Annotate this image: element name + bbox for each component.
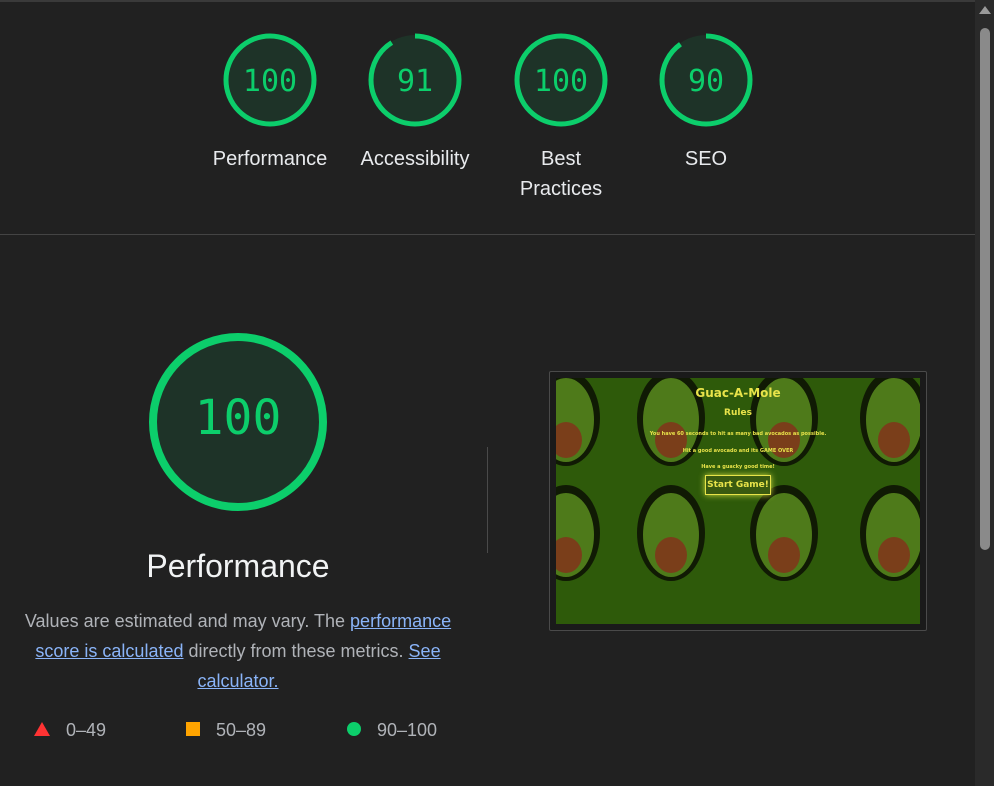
scroll-up-icon[interactable] xyxy=(979,6,991,14)
desc-text: Values are estimated and may vary. The xyxy=(24,611,351,631)
gauge-label: SEO xyxy=(684,148,728,170)
game-title: Guac-A-Mole xyxy=(695,386,781,400)
gauge-accessibility[interactable]: 91 Accessibility xyxy=(355,30,475,174)
main-score: 100 xyxy=(195,390,282,446)
gauge-ring: 100 xyxy=(514,33,608,127)
category-description: Values are estimated and may vary. The p… xyxy=(20,606,456,696)
final-screenshot[interactable]: Guac-A-Mole Rules You have 60 seconds to… xyxy=(549,371,927,631)
desc-text-2: directly from these metrics. xyxy=(183,641,409,661)
legend-fail: 0–49 xyxy=(34,720,106,741)
legend-pass: 90–100 xyxy=(347,720,437,741)
gauge-label: Accessibility xyxy=(360,148,470,170)
screenshot-image: Guac-A-Mole Rules You have 60 seconds to… xyxy=(556,378,920,624)
gauge-ring: 91 xyxy=(368,33,462,127)
legend-range: 0–49 xyxy=(66,720,107,740)
section-divider xyxy=(0,234,975,235)
start-game-button: Start Game! xyxy=(705,475,771,495)
legend-average: 50–89 xyxy=(186,720,266,741)
gauge-performance[interactable]: 100 Performance xyxy=(210,30,330,174)
square-icon xyxy=(186,720,200,741)
legend-range: 90–100 xyxy=(377,720,438,740)
game-subtitle: Rules xyxy=(724,408,752,418)
gauge-best-practices[interactable]: 100 Best Practices xyxy=(501,30,621,204)
game-rule-1: You have 60 seconds to hit as many bad a… xyxy=(649,431,827,437)
main-gauge: 100 xyxy=(149,333,327,511)
scrollbar-thumb[interactable] xyxy=(980,28,990,550)
legend-range: 50–89 xyxy=(216,720,267,740)
gauge-label: Best Practices xyxy=(519,148,603,200)
vertical-separator xyxy=(487,447,488,553)
gauge-ring: 90 xyxy=(659,33,753,127)
gauge-score: 100 xyxy=(243,64,297,99)
triangle-icon xyxy=(34,720,50,741)
gauge-score: 100 xyxy=(534,64,588,99)
gauge-label: Performance xyxy=(212,148,328,170)
gauge-score: 91 xyxy=(397,64,433,99)
game-rule-2: Hit a good avocado and its GAME OVER xyxy=(682,448,794,454)
circle-icon xyxy=(347,720,361,741)
gauge-seo[interactable]: 90 SEO xyxy=(646,30,766,174)
category-title: Performance xyxy=(146,548,330,584)
gauge-score: 90 xyxy=(688,64,724,99)
top-border xyxy=(0,0,975,2)
gauge-ring: 100 xyxy=(223,33,317,127)
game-rule-3: Have a guacky good time! xyxy=(701,464,775,470)
